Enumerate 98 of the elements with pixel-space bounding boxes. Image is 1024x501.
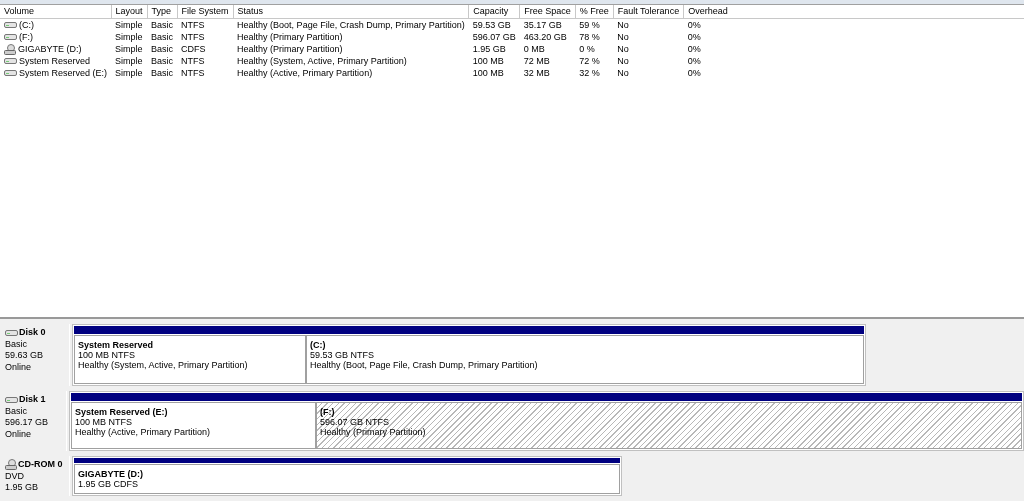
table-cell-text: 0% — [686, 43, 702, 55]
partition-block[interactable]: System Reserved 100 MB NTFS Healthy (System, Active, Primary Partition) — [74, 335, 306, 384]
drive-icon — [5, 395, 18, 404]
table-cell-text: Healthy (Primary Partition) — [236, 31, 344, 43]
table-cell-text: NTFS — [180, 67, 206, 79]
partition-block[interactable]: System Reserved (E:) 100 MB NTFS Healthy (Active, Primary Partition) — [71, 402, 316, 449]
partition-status: Healthy (System, Active, Primary Partition) — [78, 360, 249, 370]
partition-block[interactable]: (F:) 596.07 GB NTFS Healthy (Primary Partition) — [316, 402, 1022, 449]
table-cell-text: NTFS — [180, 55, 206, 67]
partition-size: 1.95 GB CDFS — [78, 479, 140, 489]
table-cell: No — [613, 18, 684, 31]
volume-name: (F:) — [19, 31, 33, 43]
disk-name: Disk 0 — [19, 327, 46, 339]
table-cell-text: 100 MB — [471, 55, 505, 67]
table-cell-text: 32 MB — [522, 67, 551, 79]
column-header[interactable]: Overhead — [683, 5, 1024, 19]
table-cell-text: No — [616, 67, 630, 79]
partition-status: Healthy (Active, Primary Partition) — [75, 427, 212, 437]
table-cell-text: 72 MB — [522, 55, 551, 67]
table-cell-text: Simple — [114, 55, 144, 67]
table-cell-text: 72 % — [578, 55, 601, 67]
table-cell-text: Basic — [150, 31, 175, 43]
drive-icon — [5, 328, 18, 337]
table-cell-text: No — [616, 55, 630, 67]
table-cell-text: 463.20 GB — [522, 31, 568, 43]
table-cell-text: Basic — [150, 43, 175, 55]
table-cell-text: Basic — [150, 55, 175, 67]
disk-info: 59.63 GB — [5, 350, 45, 362]
column-header[interactable]: Capacity — [468, 5, 520, 19]
volume-name: System Reserved — [19, 55, 91, 67]
drive-icon — [4, 69, 17, 77]
partition-name: GIGABYTE (D:) — [78, 469, 144, 479]
partition-status: Healthy (Primary Partition) — [320, 427, 427, 437]
table-cell-text: Healthy (System, Active, Primary Partition) — [236, 55, 408, 67]
table-cell-text: Healthy (Primary Partition) — [236, 43, 344, 55]
table-cell-text: 100 MB — [471, 67, 505, 79]
volume-name: GIGABYTE (D:) — [18, 43, 82, 55]
table-cell-text: 0% — [686, 31, 702, 43]
partition-status: Healthy (Boot, Page File, Crash Dump, Primary Partition) — [310, 360, 539, 370]
table-cell-text: 596.07 GB — [471, 31, 517, 43]
drive-icon — [4, 33, 17, 41]
column-header[interactable]: Status — [233, 5, 469, 19]
partition-size: 100 MB NTFS — [75, 417, 133, 427]
column-header[interactable]: Free Space — [519, 5, 576, 19]
column-header[interactable]: Fault Tolerance — [613, 5, 684, 19]
table-cell-text: CDFS — [180, 43, 207, 55]
table-cell-text: NTFS — [180, 31, 206, 43]
disk-info: Basic — [5, 405, 28, 417]
table-cell-text: 78 % — [578, 31, 601, 43]
column-header[interactable]: Type — [147, 5, 178, 19]
drive-icon — [4, 57, 17, 65]
partition-block[interactable]: (C:) 59.53 GB NTFS Healthy (Boot, Page File, Crash Dump, Primary Partition) — [306, 335, 864, 384]
table-cell-text: Healthy (Active, Primary Partition) — [236, 67, 374, 79]
partition-name: System Reserved (E:) — [75, 407, 169, 417]
column-header[interactable]: Layout — [111, 5, 148, 19]
disc-drive-icon — [4, 43, 16, 55]
disk-info: 596.17 GB — [5, 417, 50, 429]
table-cell: NTFS — [177, 18, 234, 31]
disk-info: 1.95 GB — [5, 482, 40, 494]
disk-info: Basic — [5, 338, 28, 350]
disk-name: CD-ROM 0 — [18, 459, 63, 471]
table-cell: 0% — [683, 18, 1024, 31]
volume-name: System Reserved (E:) — [19, 67, 108, 79]
table-cell-text: Simple — [114, 67, 144, 79]
disk-name: Disk 1 — [19, 394, 46, 406]
column-header[interactable]: % Free — [575, 5, 614, 19]
table-cell-text: 0 MB — [522, 43, 546, 55]
column-header[interactable]: File System — [177, 5, 234, 19]
disk-info: Online — [5, 361, 32, 373]
table-cell: Simple — [111, 18, 148, 31]
disc-drive-icon — [5, 459, 17, 471]
volume-name: (C:) — [19, 19, 34, 31]
table-cell: 59.53 GB — [468, 18, 520, 31]
table-cell-text: 1.95 GB — [471, 43, 507, 55]
partition-block[interactable]: GIGABYTE (D:) 1.95 GB CDFS — [74, 464, 620, 494]
partition-size: 59.53 GB NTFS — [310, 350, 376, 360]
partition-size: 100 MB NTFS — [78, 350, 136, 360]
table-cell-text: Simple — [114, 31, 144, 43]
drive-icon — [4, 21, 17, 29]
column-header[interactable]: Volume — [0, 5, 112, 19]
table-cell-text: Simple — [114, 43, 144, 55]
table-cell-text: 0% — [686, 67, 702, 79]
table-cell-text: 32 % — [578, 67, 601, 79]
disk-info: DVD — [5, 470, 25, 482]
table-cell: 35.17 GB — [519, 18, 576, 31]
partition-name: (C:) — [310, 340, 327, 350]
partition-name: (F:) — [320, 407, 336, 417]
table-cell-text: No — [616, 31, 630, 43]
table-cell-text: 0 % — [578, 43, 596, 55]
partition-size: 596.07 GB NTFS — [320, 417, 391, 427]
table-cell-text: No — [616, 43, 630, 55]
table-cell: Healthy (Boot, Page File, Crash Dump, Primary Partition) — [233, 18, 469, 31]
partition-name: System Reserved — [78, 340, 155, 350]
table-cell-text: 0% — [686, 55, 702, 67]
table-cell: 59 % — [575, 18, 614, 31]
table-cell-text: Basic — [150, 67, 175, 79]
disk-info: Online — [5, 428, 32, 440]
table-cell: Basic — [147, 18, 178, 31]
